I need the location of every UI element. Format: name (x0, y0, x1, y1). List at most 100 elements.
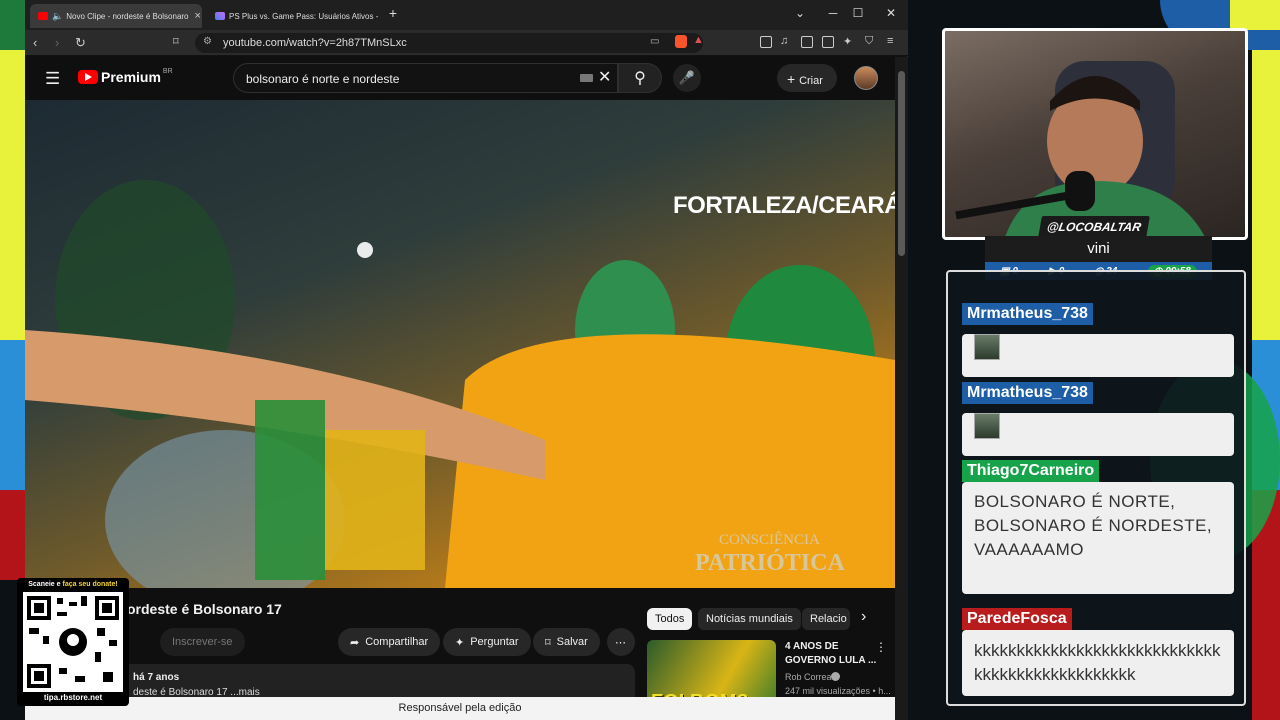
recommendation-meta: 247 mil visualizações • h... (785, 686, 891, 696)
chip-relacionados[interactable]: Relacio (802, 608, 850, 630)
brave-shields-icon[interactable] (675, 35, 687, 48)
youtube-play-icon (78, 70, 98, 84)
youtube-header: ☰ Premium BR bolsonaro é norte e nordest… (25, 57, 895, 99)
tab-title: PS Plus vs. Game Pass: Usuários Ativos -… (229, 11, 379, 21)
subscribe-button[interactable]: Inscrever-se (160, 628, 245, 656)
watermark-line1: CONSCIÊNCIA (719, 532, 820, 548)
youtube-premium-logo[interactable]: Premium BR (78, 67, 173, 85)
streamer-handle: @LOCOBALTAR (1038, 216, 1150, 238)
page-scrollbar[interactable] (895, 57, 908, 720)
vpn-shield-icon[interactable]: ⛉ (865, 35, 873, 48)
recommendation-channel: Rob Correa (785, 672, 832, 682)
chat-username: ParedeFosca (962, 608, 1072, 630)
forward-arrow-icon[interactable]: › (55, 35, 59, 50)
bookmark-icon[interactable]: ⌑ (173, 35, 179, 48)
chat-username: Mrmatheus_738 (962, 303, 1093, 325)
create-button[interactable]: + Criar (777, 64, 837, 92)
scrollbar-thumb[interactable] (898, 71, 905, 256)
account-avatar[interactable] (854, 66, 878, 90)
tab-youtube[interactable]: 🔈 Novo Clipe - nordeste é Bolsonaro × (30, 4, 202, 28)
verified-icon (831, 672, 840, 681)
voice-search-button[interactable]: 🎤 (673, 64, 701, 92)
address-bar: ‹ › ↻ ⌑ ⚙ youtube.com/watch?v=2h87TMnSLx… (25, 30, 908, 56)
chat-username: Thiago7Carneiro (962, 460, 1100, 482)
emote-icon (974, 334, 1000, 360)
tab-strip: 🔈 Novo Clipe - nordeste é Bolsonaro × PS… (25, 0, 908, 30)
video-player[interactable]: FORTALEZA/CEARÁ CONSCIÊNCIA PATRIÓTICA (25, 100, 895, 588)
search-query: bolsonaro é norte e nordeste (246, 72, 400, 86)
url-text: youtube.com/watch?v=2h87TMnSLxc (223, 37, 407, 49)
bookmark-save-icon: ⌑ (545, 636, 551, 649)
url-input[interactable]: ⚙ youtube.com/watch?v=2h87TMnSLxc ▭ ▲ (195, 33, 704, 53)
tab-list-chevron-icon[interactable]: ⌄ (790, 6, 810, 20)
youtube-page: ☰ Premium BR bolsonaro é norte e nordest… (25, 57, 895, 720)
chat-username: Mrmatheus_738 (962, 382, 1093, 404)
chat-body (962, 413, 1234, 456)
site-info-icon[interactable]: ⚙ (203, 36, 212, 47)
maximize-button[interactable]: ☐ (848, 6, 868, 20)
music-icon[interactable]: ♫ (780, 35, 788, 47)
status-bar: Responsável pela edição (25, 697, 895, 720)
sparkle-icon: ✦ (455, 636, 465, 649)
cast-icon[interactable]: ▭ (650, 36, 659, 47)
webcam-feed (942, 28, 1248, 240)
audio-icon[interactable]: 🔈 (52, 11, 63, 22)
more-actions-button[interactable]: ⋯ (607, 628, 635, 656)
wallet-icon[interactable] (822, 36, 834, 48)
clear-search-icon[interactable]: ✕ (598, 67, 611, 87)
sidebar-icon[interactable] (801, 36, 813, 48)
close-tab-icon[interactable]: × (189, 10, 201, 22)
recommendation-title: 4 ANOS DE GOVERNO LULA ... (785, 641, 877, 666)
menu-icon[interactable]: ≡ (887, 35, 893, 47)
recommendation-menu-icon[interactable]: ⋮ (875, 640, 887, 654)
chip-todos[interactable]: Todos (647, 608, 693, 630)
watermark-line2: PATRIÓTICA (695, 550, 845, 576)
share-label: Compartilhar (365, 636, 429, 648)
share-button[interactable]: ➦ Compartilhar (338, 628, 441, 656)
logo-region: BR (162, 67, 173, 75)
share-icon: ➦ (350, 636, 360, 649)
video-title: ordeste é Bolsonaro 17 (127, 601, 282, 617)
brave-rewards-icon[interactable]: ▲ (693, 34, 704, 46)
qr-header-prefix: Scaneie e (28, 581, 61, 588)
browser-window: 🔈 Novo Clipe - nordeste é Bolsonaro × PS… (25, 0, 908, 720)
chat-message: Mrmatheus_738 (962, 382, 1234, 456)
video-location-overlay: FORTALEZA/CEARÁ (673, 192, 895, 219)
chips-next-chevron-icon[interactable]: › (861, 608, 866, 626)
search-button[interactable]: ⚲ (618, 63, 662, 93)
chat-text: BOLSONARO É NORTE, BOLSONARO É NORDESTE,… (962, 482, 1234, 594)
more-icon: ⋯ (615, 636, 626, 649)
save-button[interactable]: ⌑ Salvar (533, 628, 600, 656)
emote-icon (974, 413, 1000, 439)
chat-text: kkkkkkkkkkkkkkkkkkkkkkkkkkkkkkkkkkkkkkkk… (962, 630, 1234, 696)
logo-text: Premium (101, 69, 161, 85)
donate-qr-panel: Scaneie e faça seu donate! tipa.rbstore.… (17, 578, 129, 706)
chat-message: ParedeFosca kkkkkkkkkkkkkkkkkkkkkkkkkkkk… (962, 608, 1234, 696)
tab-gemini[interactable]: PS Plus vs. Game Pass: Usuários Ativos -… (207, 4, 379, 28)
new-tab-button[interactable]: + (383, 5, 403, 21)
hamburger-menu-icon[interactable]: ☰ (45, 69, 60, 89)
chat-message: Thiago7Carneiro BOLSONARO É NORTE, BOLSO… (962, 460, 1234, 594)
keyboard-icon[interactable] (580, 74, 593, 82)
extensions-icon[interactable] (760, 36, 772, 48)
save-label: Salvar (556, 636, 588, 648)
leo-icon[interactable]: ✦ (843, 35, 852, 48)
tab-title: Novo Clipe - nordeste é Bolsonaro (66, 11, 189, 21)
subscribe-label: Inscrever-se (172, 636, 233, 648)
reload-icon[interactable]: ↻ (75, 35, 86, 51)
video-frame (25, 180, 895, 588)
youtube-favicon-icon (38, 12, 48, 20)
close-window-button[interactable]: ✕ (881, 6, 901, 20)
microphone-icon: 🎤 (678, 70, 696, 85)
qr-footer: tipa.rbstore.net (43, 693, 103, 702)
create-label: Criar (799, 75, 823, 87)
chip-noticias[interactable]: Notícias mundiais (698, 608, 801, 630)
qr-header: Scaneie e faça seu donate! (17, 581, 129, 588)
search-input[interactable]: bolsonaro é norte e nordeste ✕ (233, 63, 618, 93)
minimize-button[interactable]: ─ (823, 6, 843, 20)
streamer-video (955, 61, 1205, 237)
back-arrow-icon[interactable]: ‹ (33, 35, 37, 50)
ask-button[interactable]: ✦ Perguntar (443, 628, 531, 656)
plus-icon: + (787, 71, 800, 87)
description-meta: há 7 anos (133, 672, 180, 683)
